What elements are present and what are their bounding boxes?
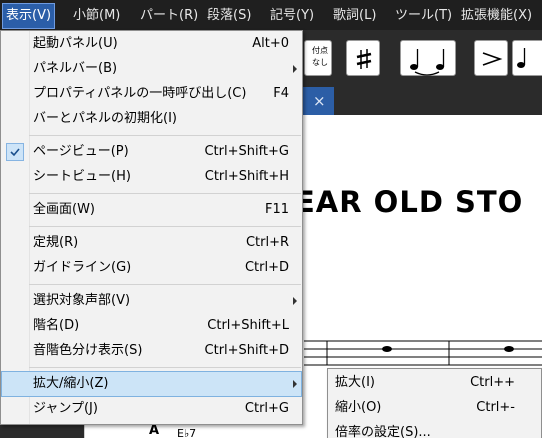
chord-symbol: E♭7 [177, 427, 197, 438]
menu-item-shortcut: Alt+0 [252, 36, 289, 51]
menu-item-label: 拡大/縮小(Z) [33, 376, 109, 391]
menu-item-reset-panels[interactable]: バーとパネルの初期化(I) [2, 107, 301, 131]
menu-separator [29, 135, 301, 136]
menu-item-shortcut: Ctrl+Shift+G [204, 144, 289, 159]
menu-item-sheet-view[interactable]: シートビュー(H) Ctrl+Shift+H [2, 165, 301, 189]
menu-item-ruler[interactable]: 定規(R) Ctrl+R [2, 231, 301, 255]
submenu-arrow-icon [293, 297, 297, 305]
submenu-item-zoom-out[interactable]: 縮小(O) Ctrl+- [329, 396, 541, 420]
menu-item-shortcut: Ctrl+Shift+L [207, 318, 289, 333]
menu-lyrics[interactable]: 歌詞(L) [330, 4, 379, 28]
tie-icon [410, 49, 445, 76]
menu-item-label: ページビュー(P) [33, 144, 129, 159]
menu-item-label: 音階色分け表示(S) [33, 343, 143, 358]
accent-button[interactable] [474, 40, 508, 76]
menu-separator [29, 367, 301, 368]
menu-paragraph[interactable]: 段落(S) [204, 4, 254, 28]
accent-icon [482, 52, 503, 66]
menu-bar: 表示(V) 小節(M) パート(R) 段落(S) 記号(Y) 歌詞(L) ツール… [0, 0, 542, 30]
menu-item-label: ガイドライン(G) [33, 260, 132, 275]
menu-item-launch-panel[interactable]: 起動パネル(U) Alt+0 [2, 32, 301, 56]
menu-item-solfege[interactable]: 階名(D) Ctrl+Shift+L [2, 314, 301, 338]
zoom-submenu: 拡大(I) Ctrl++ 縮小(O) Ctrl+- 倍率の設定(S)... [327, 368, 542, 438]
sharp-button[interactable] [346, 40, 380, 76]
menu-item-label: 倍率の設定(S)... [335, 425, 431, 438]
submenu-item-zoom-settings[interactable]: 倍率の設定(S)... [329, 421, 541, 438]
view-menu: 起動パネル(U) Alt+0 パネルバー(B) プロパティパネルの一時呼び出し(… [0, 30, 303, 425]
menu-item-shortcut: Ctrl+G [244, 401, 289, 416]
menu-measure[interactable]: 小節(M) [70, 4, 123, 28]
menu-item-label: 起動パネル(U) [33, 36, 118, 51]
no-dot-button[interactable]: 付点 なし [304, 40, 332, 76]
menu-item-label: 選択対象声部(V) [33, 293, 131, 308]
menu-separator [29, 226, 301, 227]
menu-item-label: 定規(R) [33, 235, 79, 250]
menu-item-guidelines[interactable]: ガイドライン(G) Ctrl+D [2, 256, 301, 280]
menu-item-label: 全画面(W) [33, 202, 95, 217]
menu-symbol[interactable]: 記号(Y) [267, 4, 317, 28]
menu-view[interactable]: 表示(V) [1, 3, 56, 29]
menu-part[interactable]: パート(R) [137, 4, 201, 28]
menu-item-label: 縮小(O) [335, 400, 382, 415]
menu-separator [29, 193, 301, 194]
menu-extensions[interactable]: 拡張機能(X) [458, 4, 535, 28]
menu-item-label: パネルバー(B) [33, 61, 118, 76]
submenu-arrow-icon [293, 65, 297, 73]
menu-item-property-panel[interactable]: プロパティパネルの一時呼び出し(C) F4 [2, 82, 301, 106]
menu-item-shortcut: Ctrl+Shift+D [204, 343, 289, 358]
menu-separator [29, 284, 301, 285]
menu-item-jump[interactable]: ジャンプ(J) Ctrl+G [2, 397, 301, 421]
submenu-arrow-icon [293, 380, 297, 388]
sharp-icon [356, 49, 372, 69]
menu-item-shortcut: Ctrl++ [470, 375, 515, 390]
close-tab-icon[interactable]: × [313, 92, 326, 110]
tie-button[interactable] [400, 40, 456, 76]
menu-item-label: バーとパネルの初期化(I) [33, 111, 177, 126]
menu-item-selected-voice[interactable]: 選択対象声部(V) [2, 289, 301, 313]
menu-item-panel-bar[interactable]: パネルバー(B) [2, 57, 301, 81]
palette-toolbar: 付点 なし [302, 30, 542, 85]
menu-item-label: 階名(D) [33, 318, 80, 333]
menu-item-label: ジャンプ(J) [33, 401, 98, 416]
submenu-item-zoom-in[interactable]: 拡大(I) Ctrl++ [329, 371, 541, 395]
menu-tools[interactable]: ツール(T) [392, 4, 455, 28]
menu-item-pitch-color[interactable]: 音階色分け表示(S) Ctrl+Shift+D [2, 339, 301, 363]
menu-item-shortcut: Ctrl+R [245, 235, 289, 250]
menu-item-label: プロパティパネルの一時呼び出し(C) [33, 86, 247, 101]
menu-item-shortcut: Ctrl+D [244, 260, 289, 275]
note-icon [517, 48, 526, 68]
menu-item-zoom[interactable]: 拡大/縮小(Z) [1, 371, 302, 397]
check-icon [6, 143, 24, 161]
document-tab-strip: × [302, 85, 542, 115]
menu-item-page-view[interactable]: ページビュー(P) Ctrl+Shift+G [2, 140, 301, 164]
document-tab[interactable]: × [302, 87, 334, 115]
menu-item-shortcut: F11 [264, 202, 289, 217]
menu-item-label: 拡大(I) [335, 375, 375, 390]
menu-item-label: シートビュー(H) [33, 169, 131, 184]
no-dot-label: 付点 なし [312, 46, 328, 67]
menu-item-fullscreen[interactable]: 全画面(W) F11 [2, 198, 301, 222]
menu-item-shortcut: Ctrl+Shift+H [204, 169, 289, 184]
menu-item-shortcut: F4 [273, 86, 289, 101]
rehearsal-mark: A [149, 423, 160, 438]
staccato-button[interactable] [512, 40, 542, 76]
menu-item-shortcut: Ctrl+- [476, 400, 515, 415]
